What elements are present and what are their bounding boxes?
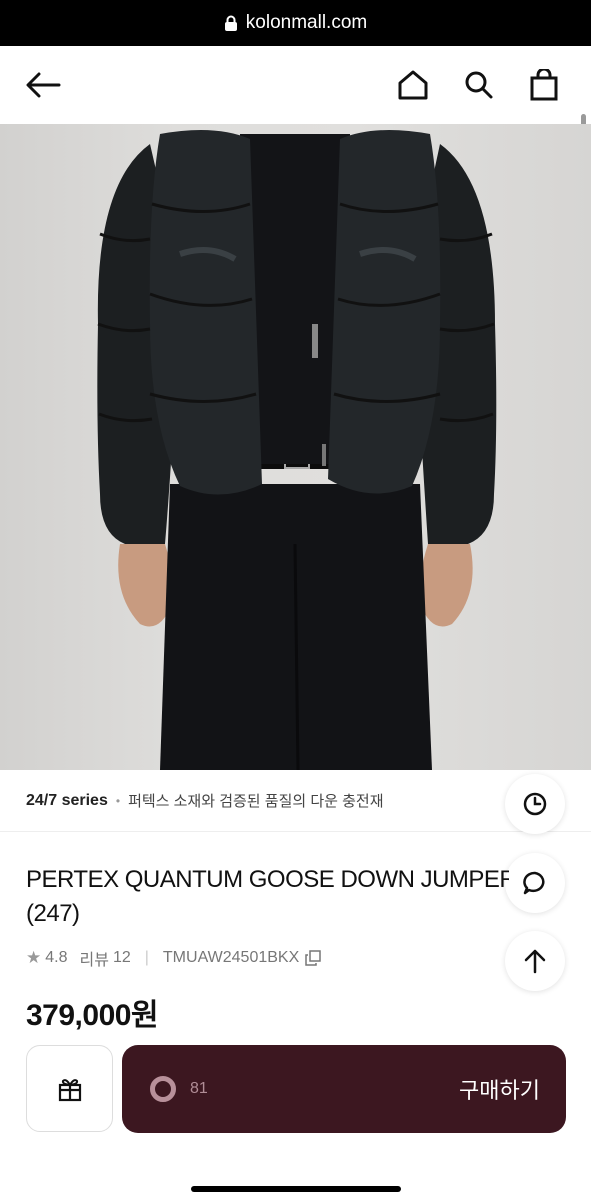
review-label[interactable]: 리뷰 (80, 946, 109, 970)
star-icon: ★ (26, 948, 42, 967)
rating-value: 4.8 (45, 949, 68, 966)
product-title: PERTEX QUANTUM GOOSE DOWN JUMPER (247) (26, 863, 509, 931)
arrow-up-icon (524, 949, 546, 974)
product-meta: ★ 4.8 리뷰 12 | TMUAW24501BKX (26, 946, 321, 970)
buy-button[interactable]: 81 구매하기 (122, 1045, 566, 1133)
back-arrow-icon[interactable] (22, 64, 64, 106)
browser-url-bar[interactable]: kolonmall.com (0, 0, 591, 46)
product-title-line1: PERTEX QUANTUM GOOSE DOWN JUMPER (26, 866, 509, 893)
wishlist-ring-icon (150, 1076, 176, 1102)
search-icon[interactable] (458, 64, 500, 106)
product-title-line2: (247) (26, 900, 80, 927)
gift-icon (58, 1078, 81, 1101)
series-separator: • (115, 793, 121, 808)
gift-button[interactable] (26, 1045, 113, 1132)
series-name[interactable]: 24/7 series (26, 792, 108, 810)
copy-icon[interactable] (305, 950, 321, 966)
review-count[interactable]: 12 (113, 949, 131, 967)
home-icon[interactable] (392, 64, 434, 106)
product-image[interactable] (0, 124, 591, 770)
scroll-top-button[interactable] (505, 931, 565, 991)
series-info: 24/7 series • 퍼텍스 소재와 검증된 품질의 다운 충전재 (0, 770, 591, 832)
app-header (0, 46, 591, 194)
chat-button[interactable] (505, 853, 565, 913)
shopping-bag-icon[interactable] (523, 64, 565, 106)
buy-label: 구매하기 (459, 1078, 540, 1103)
url-text: kolonmall.com (245, 12, 368, 33)
product-price: 379,000원 (26, 999, 159, 1032)
chat-icon (523, 871, 545, 895)
lock-icon (224, 15, 238, 32)
series-description: 퍼텍스 소재와 검증된 품질의 다운 충전재 (128, 793, 384, 810)
home-indicator[interactable] (191, 1186, 401, 1192)
recent-views-button[interactable] (505, 774, 565, 834)
meta-separator: | (144, 949, 149, 966)
product-code: TMUAW24501BKX (162, 949, 300, 966)
clock-icon (523, 792, 547, 816)
wishlist-count: 81 (190, 1080, 208, 1097)
